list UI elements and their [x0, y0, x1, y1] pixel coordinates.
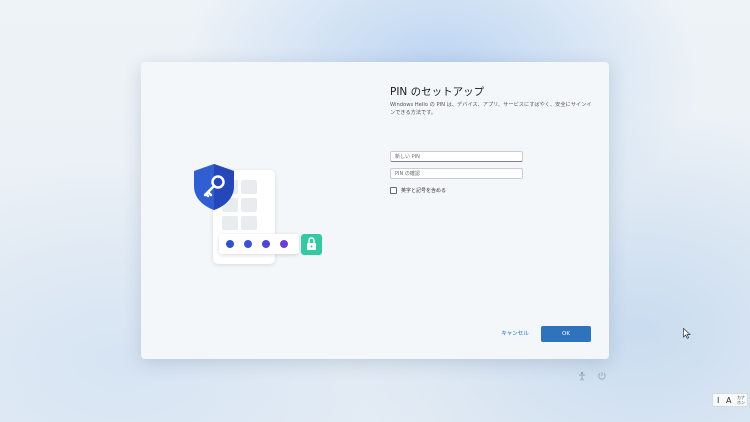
accessibility-icon[interactable]	[579, 371, 585, 381]
ime-indicator[interactable]: I A カナ ホン	[712, 393, 748, 407]
shield-key-icon	[191, 162, 235, 210]
pin-setup-dialog: PIN のセットアップ Windows Hello の PIN は、デバイス、ア…	[141, 62, 609, 359]
power-icon[interactable]	[598, 372, 606, 380]
ime-kana-2: ホン	[737, 400, 745, 405]
ime-mode-a: A	[726, 396, 732, 405]
cancel-button[interactable]: キャンセル	[490, 327, 540, 342]
mouse-cursor-icon	[683, 324, 691, 339]
confirm-pin-field[interactable]	[390, 168, 523, 179]
dialog-title: PIN のセットアップ	[390, 86, 485, 98]
pin-entry-bar	[219, 234, 299, 254]
dialog-description: Windows Hello の PIN は、デバイス、アプリ、サービスにすばやく…	[390, 102, 592, 116]
system-icons	[578, 366, 608, 381]
include-chars-checkbox[interactable]	[390, 187, 397, 194]
pin-illustration	[189, 162, 329, 272]
ime-mode-i: I	[717, 396, 720, 405]
lock-icon	[301, 234, 322, 255]
new-pin-field[interactable]	[390, 151, 523, 162]
include-chars-label: 英字と記号を含める	[401, 188, 447, 194]
ok-button[interactable]: OK	[541, 326, 591, 342]
